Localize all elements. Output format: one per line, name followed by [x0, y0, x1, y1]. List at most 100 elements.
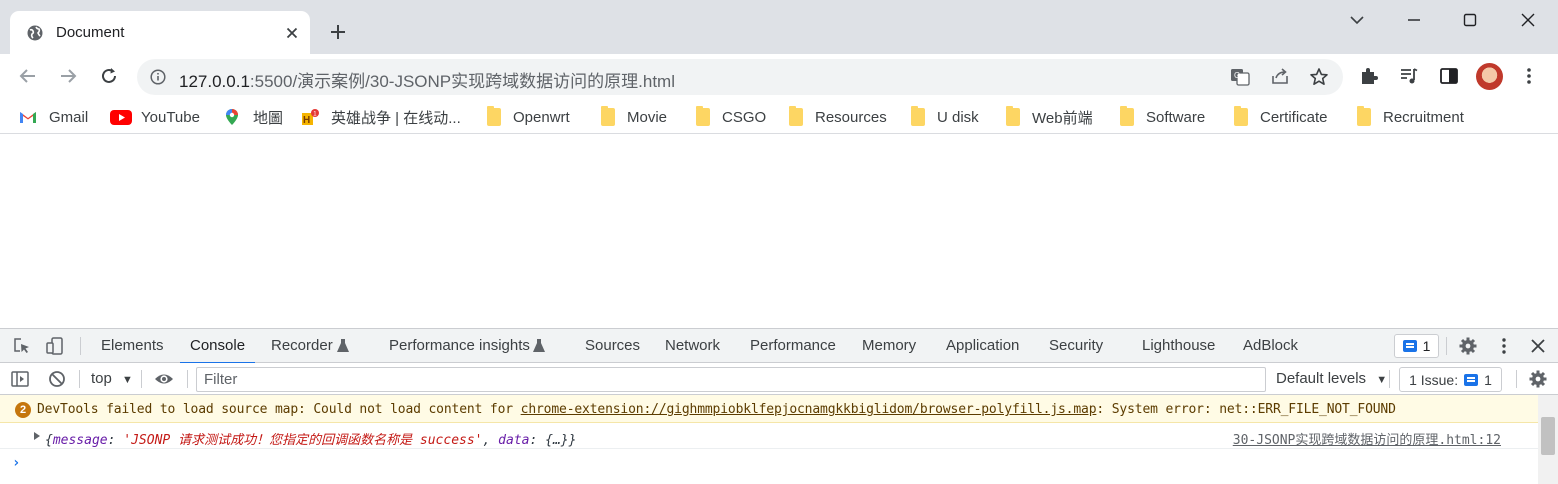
translate-icon[interactable]: G — [1230, 67, 1250, 87]
kebab-menu-icon[interactable] — [1518, 65, 1540, 87]
dropdown-arrow-icon: ▼ — [1376, 374, 1388, 386]
bookmark-folder-movie[interactable]: Movie — [601, 105, 667, 129]
tab-lighthouse[interactable]: Lighthouse — [1142, 329, 1215, 363]
divider — [1389, 370, 1390, 388]
context-value: top — [91, 370, 112, 387]
expand-triangle-icon[interactable] — [34, 432, 40, 440]
tab-security[interactable]: Security — [1049, 329, 1103, 363]
messages-count-badge[interactable]: 1 — [1394, 334, 1439, 358]
log-object-preview[interactable]: {message: 'JSONP 请求测试成功！您指定的回调函数名称是 succ… — [45, 429, 576, 448]
warning-count-badge: 2 — [15, 402, 31, 418]
clear-console-icon[interactable] — [47, 369, 67, 389]
browser-toolbar: 127.0.0.1:5500/演示案例/30-JSONP实现跨域数据访问的原理.… — [0, 54, 1558, 100]
tab-performance-insights[interactable]: Performance insights — [389, 329, 530, 363]
divider — [1516, 370, 1517, 388]
svg-text:H: H — [303, 115, 310, 126]
brace-open: { — [45, 433, 53, 448]
warning-prefix: DevTools failed to load source map: Coul… — [37, 402, 521, 417]
devtools-tab-bar: Elements Console Recorder Performance in… — [0, 329, 1558, 364]
share-icon[interactable] — [1270, 67, 1290, 87]
bookmark-star-icon[interactable] — [1309, 67, 1329, 87]
log-key-message: message — [52, 433, 108, 448]
address-bar[interactable]: 127.0.0.1:5500/演示案例/30-JSONP实现跨域数据访问的原理.… — [137, 59, 1343, 95]
issues-button[interactable]: 1 Issue: 1 — [1399, 367, 1502, 392]
live-expression-eye-icon[interactable] — [154, 369, 174, 389]
profile-avatar[interactable] — [1476, 63, 1503, 90]
bookmark-gmail[interactable]: Gmail — [19, 105, 88, 129]
console-output: 2 DevTools failed to load source map: Co… — [0, 395, 1538, 484]
extensions-puzzle-icon[interactable] — [1358, 65, 1380, 87]
svg-text:G: G — [1234, 71, 1240, 80]
divider — [187, 370, 188, 388]
issues-count: 1 — [1484, 371, 1492, 388]
tab-adblock[interactable]: AdBlock — [1243, 329, 1298, 363]
context-selector[interactable]: top ▼ — [91, 370, 133, 387]
side-panel-icon[interactable] — [1438, 65, 1460, 87]
media-control-icon[interactable] — [1398, 65, 1420, 87]
page-viewport — [0, 140, 1558, 328]
console-scrollbar[interactable] — [1538, 395, 1558, 484]
folder-icon — [601, 106, 615, 126]
tab-application[interactable]: Application — [946, 329, 1019, 363]
tab-search-chevron-icon[interactable] — [1347, 10, 1367, 30]
site-info-icon[interactable] — [150, 69, 166, 85]
bookmark-folder-software[interactable]: Software — [1120, 105, 1205, 129]
sidebar-toggle-icon[interactable] — [10, 369, 30, 389]
log-source-link[interactable]: 30-JSONP实现跨域数据访问的原理.html:12 — [1233, 429, 1501, 448]
new-tab-plus-icon[interactable] — [328, 22, 348, 42]
inspect-element-icon[interactable] — [12, 336, 32, 356]
bookmark-folder-recruitment[interactable]: Recruitment — [1357, 105, 1464, 129]
tab-document[interactable]: Document — [10, 11, 310, 54]
minimize-icon[interactable] — [1404, 10, 1424, 30]
divider — [141, 370, 142, 388]
tab-recorder[interactable]: Recorder — [271, 329, 333, 363]
bookmark-youtube[interactable]: YouTube — [110, 105, 200, 129]
source-map-link[interactable]: chrome-extension://gighmmpiobklfepjocnam… — [521, 402, 1097, 417]
window-close-icon[interactable] — [1518, 10, 1538, 30]
bookmark-folder-certificate[interactable]: Certificate — [1234, 105, 1328, 129]
console-filter-input[interactable] — [196, 367, 1266, 392]
log-levels-dropdown[interactable]: Default levels ▼ — [1276, 370, 1387, 387]
bookmark-folder-resources[interactable]: Resources — [789, 105, 887, 129]
bookmark-label: Recruitment — [1383, 108, 1464, 126]
url-text: 127.0.0.1:5500/演示案例/30-JSONP实现跨域数据访问的原理.… — [179, 67, 675, 92]
bookmark-label: Resources — [815, 108, 887, 126]
levels-label: Default levels — [1276, 370, 1367, 387]
bookmark-folder-openwrt[interactable]: Openwrt — [487, 105, 570, 129]
folder-icon — [487, 106, 501, 126]
bookmark-folder-udisk[interactable]: U disk — [911, 105, 979, 129]
console-settings-gear-icon[interactable] — [1528, 369, 1548, 389]
bookmark-folder-csgo[interactable]: CSGO — [696, 105, 766, 129]
devtools-close-icon[interactable] — [1528, 336, 1548, 356]
settings-gear-icon[interactable] — [1458, 336, 1478, 356]
console-prompt-caret-icon[interactable]: › — [12, 455, 20, 471]
bookmark-folder-web[interactable]: Web前端 — [1006, 105, 1093, 129]
globe-icon — [27, 25, 43, 41]
reload-icon[interactable] — [98, 65, 120, 87]
dropdown-arrow-icon: ▼ — [122, 374, 133, 386]
tab-console[interactable]: Console — [179, 329, 256, 364]
tab-sources[interactable]: Sources — [585, 329, 640, 363]
bookmark-maps[interactable]: 地圖 — [223, 105, 283, 129]
youtube-icon — [110, 110, 132, 125]
tab-strip: Document — [0, 0, 1558, 54]
bookmark-game[interactable]: H 1 英雄战争 | 在线动... — [301, 105, 461, 129]
maximize-icon[interactable] — [1460, 10, 1480, 30]
forward-arrow-icon[interactable] — [57, 65, 79, 87]
divider — [79, 370, 80, 388]
tab-memory[interactable]: Memory — [862, 329, 916, 363]
bookmark-label: Certificate — [1260, 108, 1328, 126]
tab-network[interactable]: Network — [665, 329, 720, 363]
devtools-panel: Elements Console Recorder Performance in… — [0, 328, 1558, 484]
tab-elements[interactable]: Elements — [101, 329, 164, 363]
close-icon[interactable] — [284, 25, 300, 41]
devtools-more-icon[interactable] — [1494, 336, 1514, 356]
device-toolbar-icon[interactable] — [45, 336, 65, 356]
scrollbar-thumb[interactable] — [1541, 417, 1555, 455]
issues-label: 1 Issue: — [1409, 371, 1459, 388]
back-arrow-icon[interactable] — [17, 65, 39, 87]
log-value-message: 'JSONP 请求测试成功！您指定的回调函数名称是 success' — [123, 433, 483, 448]
folder-icon — [696, 106, 710, 126]
folder-icon — [1120, 106, 1134, 126]
tab-performance[interactable]: Performance — [750, 329, 836, 363]
